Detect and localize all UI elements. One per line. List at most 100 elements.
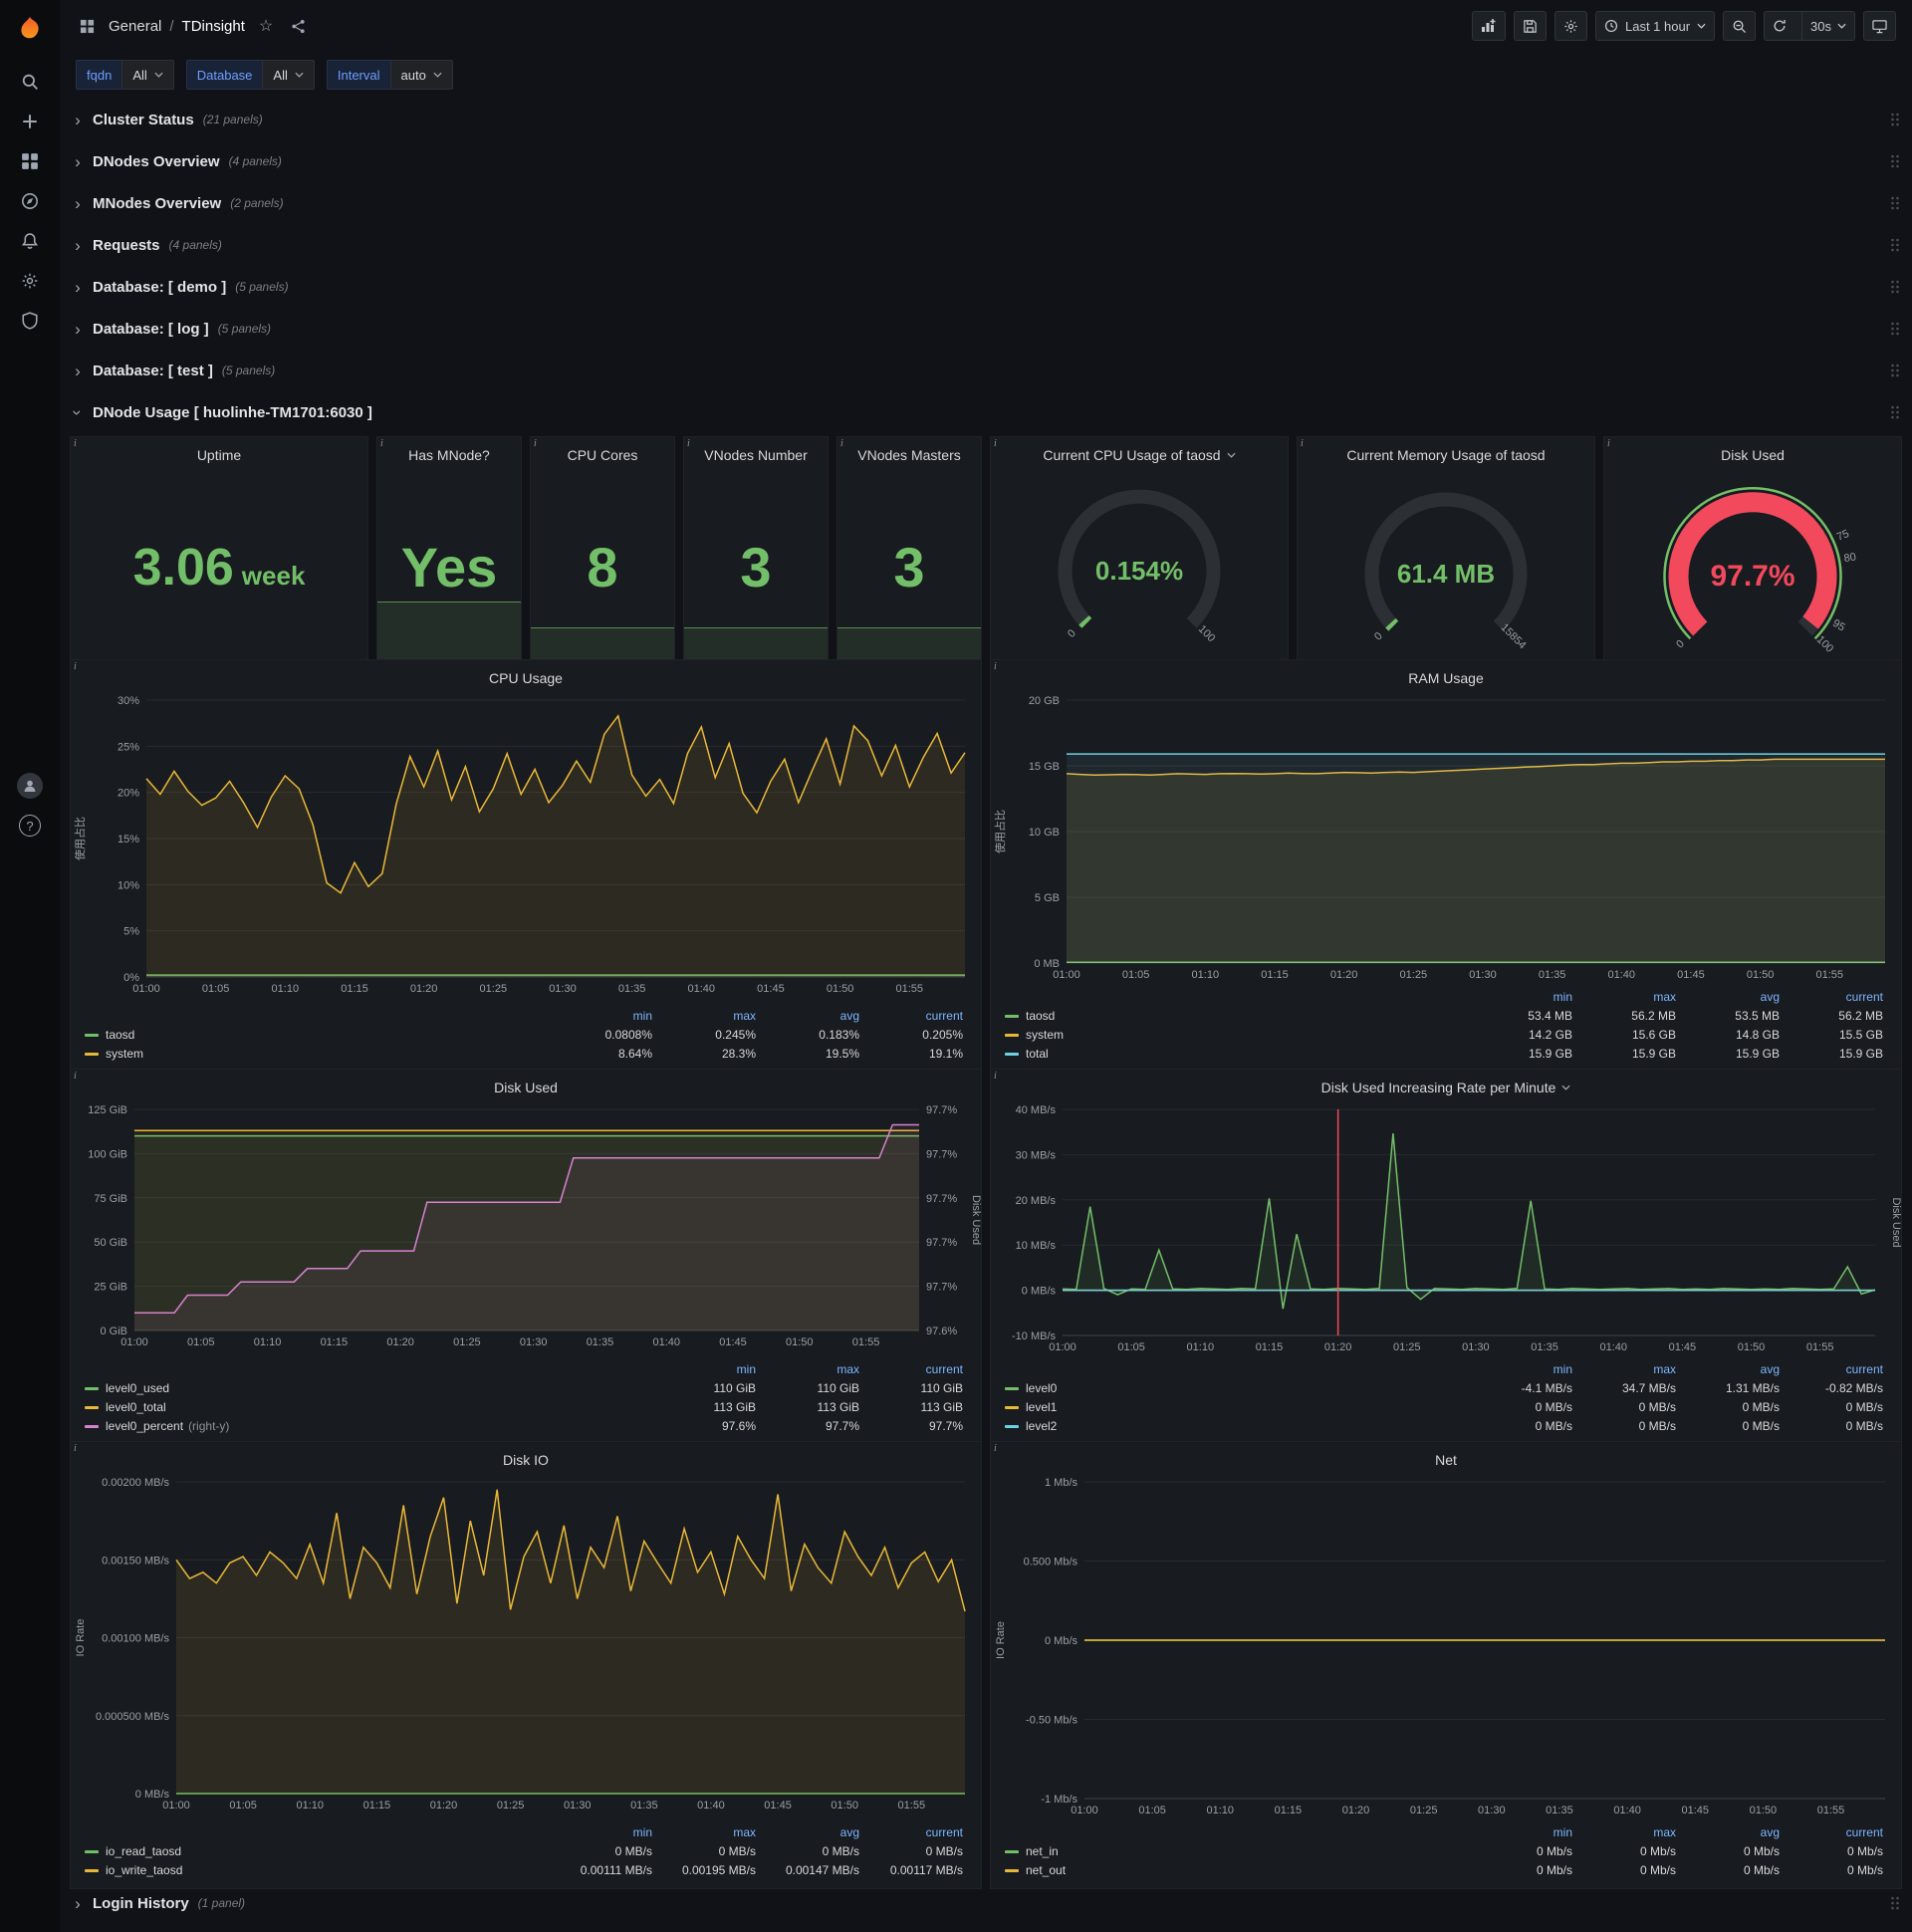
- panel-info-icon[interactable]: i: [534, 438, 537, 449]
- panel-title[interactable]: CPU Usage: [71, 660, 981, 690]
- refresh-interval-dropdown[interactable]: 30s: [1801, 12, 1854, 40]
- legend-series-swatch[interactable]: [1005, 1034, 1019, 1038]
- legend-series-name[interactable]: taosd: [106, 1028, 134, 1042]
- legend-series-swatch[interactable]: [85, 1406, 99, 1410]
- row-requests[interactable]: › Requests (4 panels): [70, 227, 1902, 263]
- legend-series-name[interactable]: level0: [1026, 1381, 1057, 1395]
- panel-title[interactable]: VNodes Number: [684, 437, 828, 467]
- legend-series-swatch[interactable]: [85, 1869, 99, 1873]
- panel-info-icon[interactable]: i: [840, 438, 843, 449]
- panel-title[interactable]: Disk Used: [71, 1070, 981, 1099]
- row-drag-handle[interactable]: [1890, 1895, 1900, 1911]
- panel-menu-caret-icon[interactable]: [1561, 1085, 1570, 1090]
- row-drag-handle[interactable]: [1890, 321, 1900, 337]
- panel-info-icon[interactable]: i: [994, 1071, 997, 1082]
- row-drag-handle[interactable]: [1890, 112, 1900, 127]
- alerting-bell-icon[interactable]: [9, 221, 51, 261]
- legend-column-header[interactable]: current: [1788, 988, 1891, 1007]
- time-range-picker[interactable]: Last 1 hour: [1594, 11, 1716, 41]
- legend-series-name[interactable]: net_in: [1026, 1844, 1059, 1858]
- legend-column-header[interactable]: max: [1580, 1823, 1684, 1842]
- row-database-demo[interactable]: › Database: [ demo ] (5 panels): [70, 269, 1902, 305]
- row-drag-handle[interactable]: [1890, 195, 1900, 211]
- legend-series-name[interactable]: total: [1026, 1047, 1049, 1061]
- row-database-test[interactable]: › Database: [ test ] (5 panels): [70, 353, 1902, 388]
- panel-info-icon[interactable]: i: [74, 438, 77, 449]
- legend-series-name[interactable]: system: [1026, 1028, 1064, 1042]
- legend-column-header[interactable]: current: [867, 1360, 971, 1379]
- legend-series-swatch[interactable]: [85, 1387, 99, 1391]
- legend-series-swatch[interactable]: [85, 1034, 99, 1038]
- row-drag-handle[interactable]: [1890, 279, 1900, 295]
- row-drag-handle[interactable]: [1890, 237, 1900, 253]
- panel-title[interactable]: Uptime: [71, 437, 367, 467]
- panel-info-icon[interactable]: i: [74, 1071, 77, 1082]
- legend-column-header[interactable]: current: [867, 1007, 971, 1026]
- legend-column-header[interactable]: min: [557, 1823, 660, 1842]
- panel-title[interactable]: Has MNode?: [377, 437, 521, 467]
- save-dashboard-button[interactable]: [1513, 11, 1547, 41]
- legend-column-header[interactable]: min: [1477, 988, 1580, 1007]
- search-icon[interactable]: [9, 62, 51, 102]
- row-drag-handle[interactable]: [1890, 362, 1900, 378]
- legend-series-swatch[interactable]: [1005, 1869, 1019, 1873]
- disk-used-gauge[interactable]: 0 75 80 95 100 97.7%: [1604, 467, 1901, 667]
- legend-series-name[interactable]: taosd: [1026, 1009, 1055, 1023]
- add-panel-button[interactable]: [1471, 11, 1506, 41]
- legend-column-header[interactable]: min: [1477, 1360, 1580, 1379]
- legend-series-swatch[interactable]: [85, 1053, 99, 1057]
- variable-value-dropdown[interactable]: All: [262, 60, 315, 90]
- star-icon[interactable]: ☆: [255, 12, 277, 40]
- net-chart[interactable]: -1 Mb/s -0.50 Mb/s 0 Mb/s 0.500 Mb/s 1 Mb/s 0…: [991, 1472, 1901, 1823]
- row-dnode-usage[interactable]: › DNode Usage [ huolinhe-TM1701:6030 ]: [69, 394, 1902, 430]
- legend-series-name[interactable]: level2: [1026, 1419, 1057, 1433]
- panel-title[interactable]: Current CPU Usage of taosd: [991, 437, 1288, 467]
- legend-series-name[interactable]: io_read_taosd: [106, 1844, 181, 1858]
- legend-series-swatch[interactable]: [1005, 1850, 1019, 1854]
- panel-title[interactable]: Disk Used: [1604, 437, 1901, 467]
- create-plus-icon[interactable]: [9, 102, 51, 141]
- cpu-usage-chart[interactable]: 0% 5% 10% 15% 20% 25% 30% 01:00 01:05 01:10 01:15 0…: [71, 690, 981, 1007]
- panel-info-icon[interactable]: i: [74, 1443, 77, 1454]
- panel-title[interactable]: RAM Usage: [991, 660, 1901, 690]
- panel-info-icon[interactable]: i: [380, 438, 383, 449]
- legend-series-name[interactable]: net_out: [1026, 1863, 1066, 1877]
- refresh-picker[interactable]: 30s: [1764, 11, 1855, 41]
- panel-info-icon[interactable]: i: [994, 438, 997, 449]
- legend-column-header[interactable]: current: [867, 1823, 971, 1842]
- help-icon[interactable]: ?: [9, 806, 51, 845]
- legend-series-name[interactable]: level0_total: [106, 1400, 166, 1414]
- breadcrumb-dashboard-title[interactable]: TDinsight: [182, 18, 245, 35]
- zoom-out-button[interactable]: [1723, 11, 1757, 41]
- panel-info-icon[interactable]: i: [74, 661, 77, 672]
- legend-series-swatch[interactable]: [85, 1425, 99, 1429]
- server-admin-shield-icon[interactable]: [9, 301, 51, 341]
- legend-column-header[interactable]: max: [1580, 988, 1684, 1007]
- dashboard-settings-button[interactable]: [1554, 11, 1587, 41]
- panel-title[interactable]: VNodes Masters: [837, 437, 981, 467]
- panel-title[interactable]: CPU Cores: [531, 437, 674, 467]
- disk-used-rate-chart[interactable]: -10 MB/s 0 MB/s 10 MB/s 20 MB/s 30 MB/s 40 MB…: [991, 1099, 1902, 1360]
- legend-column-header[interactable]: avg: [764, 1823, 867, 1842]
- legend-series-name[interactable]: level1: [1026, 1400, 1057, 1414]
- legend-series-name[interactable]: io_write_taosd: [106, 1863, 182, 1877]
- cycle-view-mode-button[interactable]: [1863, 11, 1896, 41]
- row-drag-handle[interactable]: [1890, 404, 1900, 420]
- panel-title[interactable]: Disk IO: [71, 1442, 981, 1472]
- legend-column-header[interactable]: min: [557, 1007, 660, 1026]
- variable-value-dropdown[interactable]: auto: [389, 60, 453, 90]
- legend-series-swatch[interactable]: [1005, 1387, 1019, 1391]
- legend-series-swatch[interactable]: [1005, 1425, 1019, 1429]
- breadcrumb-folder[interactable]: General: [109, 18, 161, 35]
- dashboard-grid-icon[interactable]: [76, 15, 99, 38]
- row-drag-handle[interactable]: [1890, 153, 1900, 169]
- grafana-logo[interactable]: [9, 8, 51, 48]
- legend-column-header[interactable]: avg: [1684, 1360, 1788, 1379]
- user-avatar[interactable]: [9, 766, 51, 806]
- legend-series-name[interactable]: system: [106, 1047, 143, 1061]
- refresh-button[interactable]: [1765, 12, 1794, 40]
- disk-used-chart[interactable]: 0 GiB 25 GiB 50 GiB 75 GiB 100 GiB 125 GiB 97.…: [71, 1099, 982, 1360]
- legend-column-header[interactable]: avg: [1684, 1823, 1788, 1842]
- panel-title[interactable]: Current Memory Usage of taosd: [1298, 437, 1594, 467]
- panel-menu-caret-icon[interactable]: [1227, 452, 1236, 458]
